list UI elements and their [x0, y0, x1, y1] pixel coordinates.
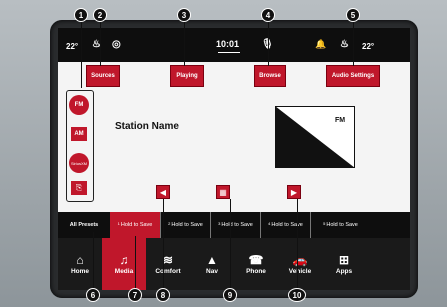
fm-source-button[interactable]: FM [69, 95, 89, 115]
sources-button[interactable]: Sources [86, 65, 120, 87]
preset-1[interactable]: 1Hold to Save [110, 212, 160, 238]
callout-leader [135, 236, 136, 289]
nav-home-label: Home [70, 267, 90, 275]
callout-6: 6 [86, 288, 100, 302]
callout-leader [353, 20, 354, 66]
nav-nav-label: Nav [206, 267, 218, 275]
siriusxm-source-button[interactable]: SiriusXM [69, 153, 89, 173]
audio-settings-button[interactable]: Audio Settings [326, 65, 380, 87]
car-icon: 🚗 [292, 252, 308, 267]
home-icon: ⌂ [76, 252, 84, 267]
bottom-nav-bar: ⌂ Home ♫ Media ≋ Comfort ▲ Nav ☎ Phone 🚗 Vehic… [58, 238, 410, 290]
nav-vehicle-label: Vehicle [288, 267, 312, 275]
callout-leader [230, 199, 231, 289]
nav-phone[interactable]: ☎ Phone [234, 238, 278, 290]
nav-comfort[interactable]: ≋ Comfort [146, 238, 190, 290]
preset-label: Hold to Save [221, 221, 253, 228]
station-name: Station Name [115, 121, 179, 132]
callout-9: 9 [223, 288, 237, 302]
callout-5: 5 [346, 8, 360, 22]
album-art: FM [275, 106, 355, 168]
source-list: FM AM SiriusXM ⎘ [66, 90, 94, 202]
callout-3: 3 [177, 8, 191, 22]
nav-media[interactable]: ♫ Media [102, 238, 146, 290]
clock-underline [218, 52, 240, 53]
preset-label: Hold to Save [120, 221, 153, 228]
nav-home[interactable]: ⌂ Home [58, 238, 102, 290]
previous-icon[interactable]: ◀ [156, 185, 170, 199]
nav-apps[interactable]: ⊞ Apps [322, 238, 366, 290]
album-art-graphic: FM [275, 106, 355, 168]
am-source-button[interactable]: AM [71, 127, 87, 141]
touchscreen: 22° ♨ ◎ 10:01 🎙 🔔 ♨ 22° Sources Playing … [58, 28, 410, 290]
preset-number: 1 [117, 220, 120, 226]
nav-media-label: Media [114, 267, 134, 275]
preset-label: Hold to Save [326, 221, 358, 228]
callout-4: 4 [261, 8, 275, 22]
preset-label: Hold to Save [271, 221, 303, 228]
callout-leader [81, 20, 82, 88]
all-presets-label: All Presets [69, 221, 99, 228]
callout-1: 1 [74, 8, 88, 22]
driver-temperature[interactable]: 22° [66, 42, 78, 51]
steering-heat-icon[interactable]: ◎ [112, 39, 121, 50]
callout-leader [297, 199, 298, 289]
callout-7: 7 [128, 288, 142, 302]
nav-navigation[interactable]: ▲ Nav [190, 238, 234, 290]
callout-leader [93, 232, 94, 289]
clock: 10:01 [216, 39, 240, 49]
seat-cool-icon[interactable]: ♨ [340, 39, 349, 50]
callout-leader [268, 20, 269, 66]
preset-label: Hold to Save [171, 221, 203, 228]
status-bar: 22° ♨ ◎ 10:01 🎙 🔔 ♨ 22° [58, 28, 410, 62]
callout-leader [184, 20, 185, 66]
climate-icon: ≋ [162, 252, 174, 267]
music-icon: ♫ [119, 252, 129, 267]
callout-leader [163, 199, 164, 289]
nav-apps-label: Apps [335, 267, 353, 275]
callout-2: 2 [93, 8, 107, 22]
album-band-label: FM [335, 117, 345, 124]
usb-icon[interactable]: ⎘ [71, 181, 87, 195]
preset-3[interactable]: 3Hold to Save [210, 212, 260, 238]
preset-4[interactable]: 4Hold to Save [260, 212, 310, 238]
callout-8: 8 [156, 288, 170, 302]
nav-vehicle[interactable]: 🚗 Vehicle [278, 238, 322, 290]
preset-5[interactable]: 5Hold to Save [310, 212, 370, 238]
bell-icon[interactable]: 🔔 [315, 39, 326, 50]
nav-comfort-label: Comfort [155, 267, 181, 275]
nav-phone-label: Phone [246, 267, 266, 275]
callout-leader [100, 20, 101, 66]
preset-2[interactable]: 2Hold to Save [160, 212, 210, 238]
callout-10: 10 [288, 288, 306, 302]
all-presets-button[interactable]: All Presets [58, 212, 110, 238]
apps-grid-icon: ⊞ [338, 252, 350, 267]
preset-bar: All Presets 1Hold to Save 2Hold to Save … [58, 212, 410, 238]
next-icon[interactable]: ▶ [287, 185, 301, 199]
phone-icon: ☎ [248, 252, 264, 267]
grid-icon[interactable]: ▦ [216, 185, 230, 199]
passenger-temperature[interactable]: 22° [362, 42, 374, 51]
navigation-arrow-icon: ▲ [206, 252, 218, 267]
playing-button[interactable]: Playing [170, 65, 204, 87]
browse-button[interactable]: Browse [254, 65, 286, 87]
